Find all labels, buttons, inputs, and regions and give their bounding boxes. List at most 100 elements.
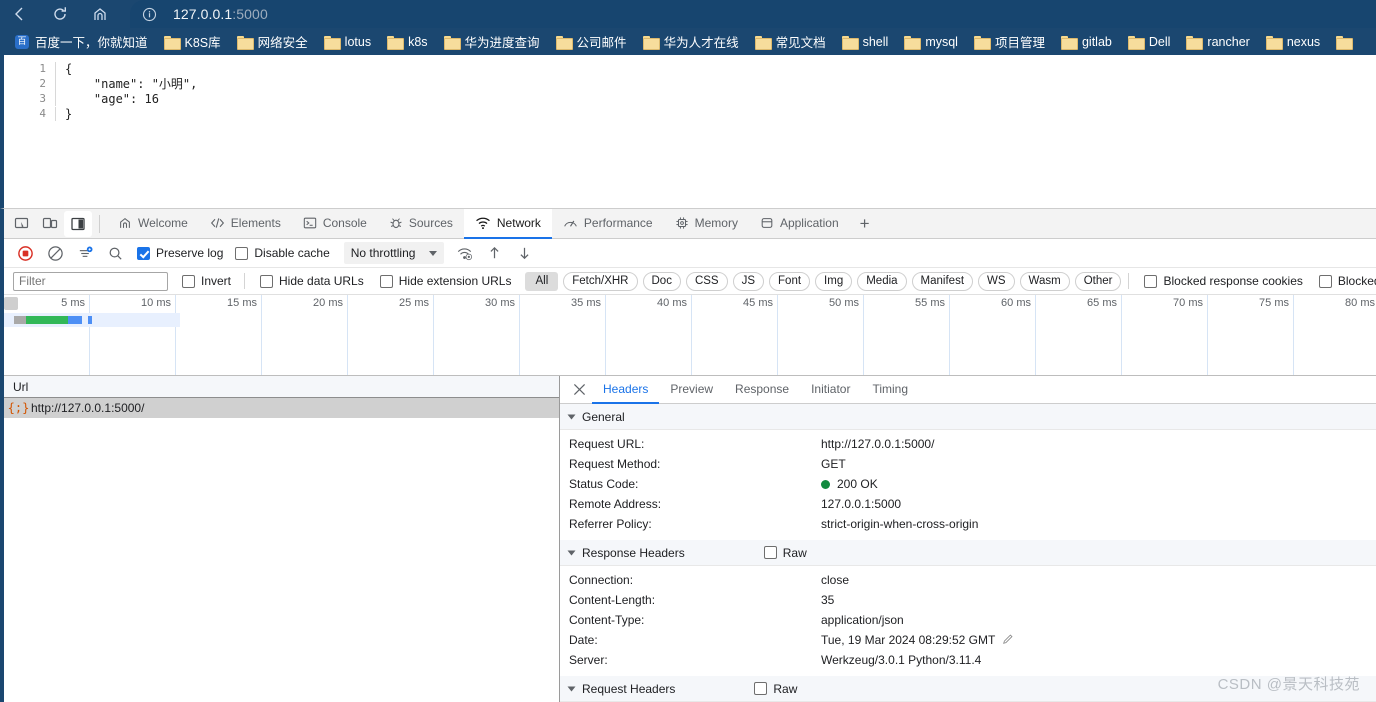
table-row[interactable]: {;} http://127.0.0.1:5000/ [4, 398, 559, 418]
bookmark-item[interactable]: gitlab [1054, 31, 1119, 53]
disable-cache-checkbox[interactable]: Disable cache [235, 246, 330, 260]
bookmark-item[interactable]: Dell [1121, 31, 1178, 53]
raw-box[interactable] [763, 546, 777, 559]
disable-cache-box[interactable] [235, 246, 249, 260]
hide-extension-urls-box[interactable] [379, 274, 393, 288]
add-panel-button[interactable]: + [850, 214, 880, 234]
clear-icon[interactable] [41, 241, 69, 265]
toolbar-divider [99, 214, 100, 233]
header-value-text: Werkzeug/3.0.1 Python/3.11.4 [821, 653, 982, 667]
bookmark-item[interactable]: 网络安全 [230, 31, 315, 53]
header-row: Referrer Policy: strict-origin-when-cross… [560, 514, 1376, 534]
tab-memory[interactable]: Memory [664, 209, 749, 239]
waterfall-segment-download [26, 316, 68, 324]
export-har-icon[interactable] [510, 241, 538, 265]
bookmark-item[interactable]: shell [835, 31, 896, 53]
tab-performance[interactable]: Performance [552, 209, 664, 239]
request-table-header[interactable]: Url [4, 376, 559, 398]
hide-extension-urls-checkbox[interactable]: Hide extension URLs [379, 274, 511, 288]
inspect-element-icon[interactable] [8, 211, 36, 237]
details-tab-initiator[interactable]: Initiator [800, 376, 861, 404]
waterfall-segment-tail [88, 316, 92, 324]
header-value: 200 OK [821, 477, 878, 491]
blocked-requests-checkbox[interactable]: Blocked requests [1318, 274, 1376, 288]
bookmark-item[interactable]: 百百度一下，你就知道 [8, 31, 155, 53]
blocked-response-cookies-box[interactable] [1144, 274, 1158, 288]
address-bar[interactable]: 127.0.0.1:5000 [130, 0, 1376, 28]
raw-checkbox[interactable]: Raw [763, 546, 807, 560]
section-header-response-headers[interactable]: Response Headers Raw [560, 540, 1376, 566]
bookmark-item[interactable]: 华为进度查询 [437, 31, 547, 53]
invert-box[interactable] [182, 274, 195, 288]
bookmark-item[interactable]: 常见文档 [748, 31, 833, 53]
bookmark-label: shell [862, 34, 889, 49]
filter-settings-icon[interactable] [71, 241, 99, 265]
record-stop-icon[interactable] [11, 241, 39, 265]
type-filter-ws[interactable]: WS [978, 271, 1015, 291]
blocked-requests-box[interactable] [1318, 274, 1332, 288]
chip-icon [675, 216, 689, 230]
import-har-icon[interactable] [480, 241, 508, 265]
network-conditions-icon[interactable] [450, 241, 478, 265]
type-filter-css[interactable]: CSS [685, 271, 728, 291]
hide-data-urls-box[interactable] [260, 274, 274, 288]
tab-elements[interactable]: Elements [199, 209, 292, 239]
timeline-tick-label: 25 ms [399, 297, 429, 309]
blocked-requests-label: Blocked requests [1337, 274, 1376, 288]
bookmark-item[interactable] [1329, 31, 1364, 53]
type-filter-all[interactable]: All [525, 271, 559, 291]
header-name: Connection: [569, 573, 634, 587]
network-overview-timeline[interactable]: 5 ms 10 ms 15 ms 20 ms 25 ms 30 ms 35 ms 40 ms 4… [4, 295, 1376, 376]
preserve-log-checkbox[interactable]: Preserve log [137, 246, 223, 260]
dock-side-icon[interactable] [64, 210, 92, 237]
filter-input[interactable] [13, 271, 168, 291]
bookmark-item[interactable]: nexus [1259, 31, 1327, 53]
section-header-general[interactable]: General [560, 404, 1376, 430]
filter-divider-1 [244, 273, 246, 289]
details-tab-timing[interactable]: Timing [861, 376, 919, 404]
back-button[interactable] [0, 0, 40, 28]
search-icon[interactable] [101, 241, 129, 265]
bookmark-item[interactable]: 公司邮件 [549, 31, 634, 53]
bookmark-item[interactable]: rancher [1179, 31, 1256, 53]
blocked-response-cookies-checkbox[interactable]: Blocked response cookies [1144, 274, 1303, 288]
type-filter-manifest[interactable]: Manifest [911, 271, 974, 291]
tab-console[interactable]: Console [292, 209, 378, 239]
type-filter-img[interactable]: Img [815, 271, 853, 291]
bookmark-item[interactable]: lotus [317, 31, 378, 53]
bookmark-item[interactable]: k8s [380, 31, 434, 53]
overview-scrollbar-handle[interactable] [4, 297, 18, 310]
hide-data-urls-checkbox[interactable]: Hide data URLs [260, 274, 364, 288]
bookmark-item[interactable]: K8S库 [157, 31, 228, 53]
type-filter-js[interactable]: JS [732, 271, 765, 291]
timeline-tick: 70 ms [1122, 295, 1208, 375]
site-info-icon[interactable] [142, 7, 157, 22]
home-button[interactable] [80, 0, 120, 28]
details-tab-preview[interactable]: Preview [659, 376, 724, 404]
reload-button[interactable] [40, 0, 80, 28]
type-filter-font[interactable]: Font [769, 271, 811, 291]
header-row: Date: Tue, 19 Mar 2024 08:29:52 GMT [560, 630, 1376, 650]
type-filter-fetch-xhr[interactable]: Fetch/XHR [563, 271, 638, 291]
type-filter-wasm[interactable]: Wasm [1019, 271, 1070, 291]
device-toolbar-icon[interactable] [36, 211, 64, 237]
details-tab-response[interactable]: Response [724, 376, 800, 404]
tab-sources[interactable]: Sources [378, 209, 464, 239]
raw-checkbox[interactable]: Raw [754, 682, 797, 696]
invert-checkbox[interactable]: Invert [182, 274, 231, 288]
type-filter-media[interactable]: Media [857, 271, 907, 291]
close-icon[interactable] [566, 377, 592, 403]
details-tab-headers[interactable]: Headers [592, 376, 660, 404]
throttling-select[interactable]: No throttling [343, 242, 445, 264]
bookmark-item[interactable]: 项目管理 [967, 31, 1052, 53]
bookmark-item[interactable]: mysql [897, 31, 965, 53]
preserve-log-box[interactable] [137, 246, 150, 260]
raw-box[interactable] [754, 682, 768, 695]
tab-network[interactable]: Network [463, 208, 552, 239]
bookmark-item[interactable]: 华为人才在线 [636, 31, 746, 53]
tab-application[interactable]: Application [749, 209, 850, 239]
tab-welcome[interactable]: Welcome [107, 209, 199, 239]
type-filter-other[interactable]: Other [1074, 271, 1122, 291]
type-filter-doc[interactable]: Doc [642, 271, 681, 291]
edit-pencil-icon[interactable] [1002, 633, 1014, 648]
